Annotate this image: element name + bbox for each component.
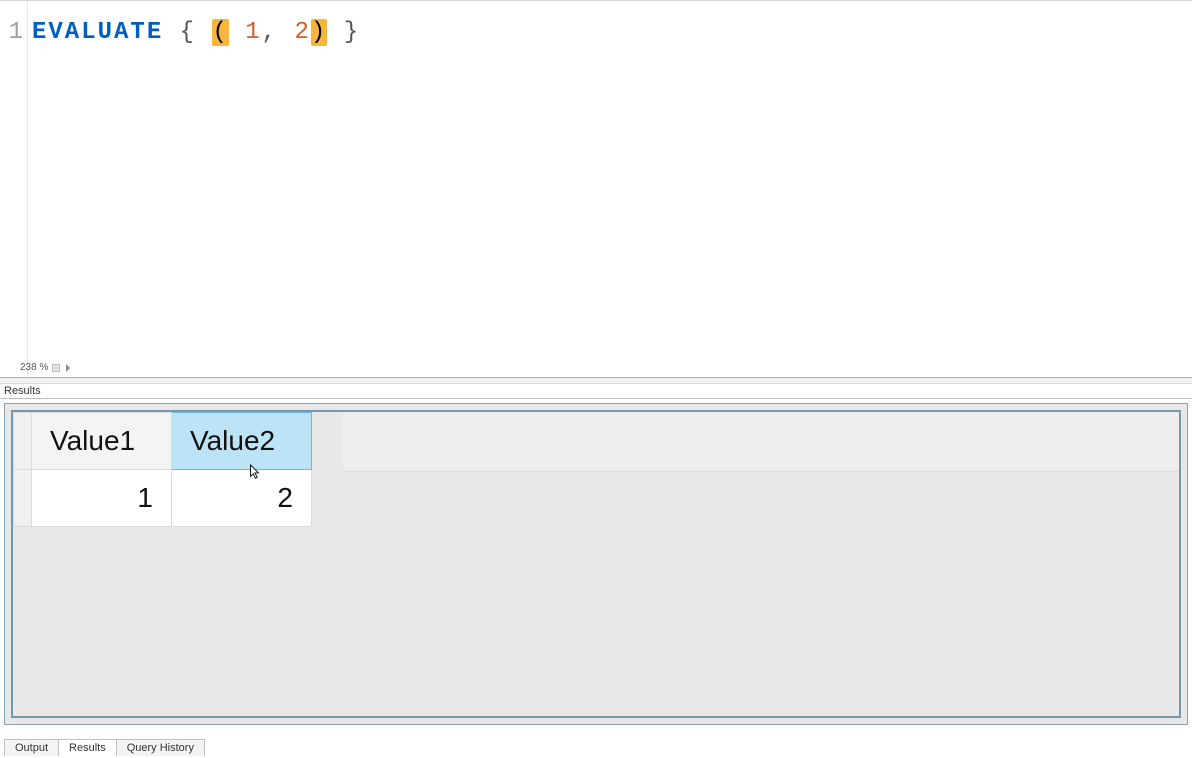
token-comma: ,: [262, 19, 278, 46]
results-panel-label: Results: [0, 384, 1192, 399]
tab-query-history[interactable]: Query History: [116, 739, 205, 756]
zoom-value: 238 %: [20, 362, 48, 373]
table-header-row: Value1 Value2: [14, 413, 312, 470]
table-row[interactable]: 1 2: [14, 470, 312, 527]
line-number-1: 1: [0, 19, 24, 46]
tab-output[interactable]: Output: [4, 739, 59, 756]
tab-results[interactable]: Results: [58, 739, 117, 756]
token-close-brace: }: [344, 19, 360, 46]
token-keyword-evaluate: EVALUATE: [32, 19, 163, 46]
token-open-paren: (: [212, 19, 228, 46]
token-open-brace: {: [180, 19, 196, 46]
token-number-2: 2: [294, 19, 310, 46]
column-header-value1[interactable]: Value1: [32, 413, 172, 470]
horizontal-scroll-left-icon[interactable]: [66, 364, 72, 372]
token-number-1: 1: [245, 19, 261, 46]
token-close-paren: ): [311, 19, 327, 46]
editor-gutter: 1: [0, 1, 28, 377]
row-selector-cell[interactable]: [14, 470, 32, 527]
zoom-dropdown-icon[interactable]: [52, 364, 60, 372]
row-selector-header[interactable]: [14, 413, 32, 470]
results-grid-container: Value1 Value2 1 2: [11, 410, 1181, 718]
code-line-1[interactable]: EVALUATE { ( 1, 2) }: [32, 19, 360, 46]
bottom-tab-strip: Output Results Query History: [4, 739, 204, 756]
cell-value1[interactable]: 1: [32, 470, 172, 527]
results-panel: Value1 Value2 1 2: [4, 403, 1188, 725]
zoom-indicator[interactable]: 238 %: [20, 362, 72, 373]
results-table[interactable]: Value1 Value2 1 2: [13, 412, 312, 527]
cell-value2[interactable]: 2: [172, 470, 312, 527]
grid-header-filler: [343, 412, 1179, 472]
column-header-value2[interactable]: Value2: [172, 413, 312, 470]
code-editor-pane[interactable]: 1 EVALUATE { ( 1, 2) } 238 %: [0, 0, 1192, 378]
